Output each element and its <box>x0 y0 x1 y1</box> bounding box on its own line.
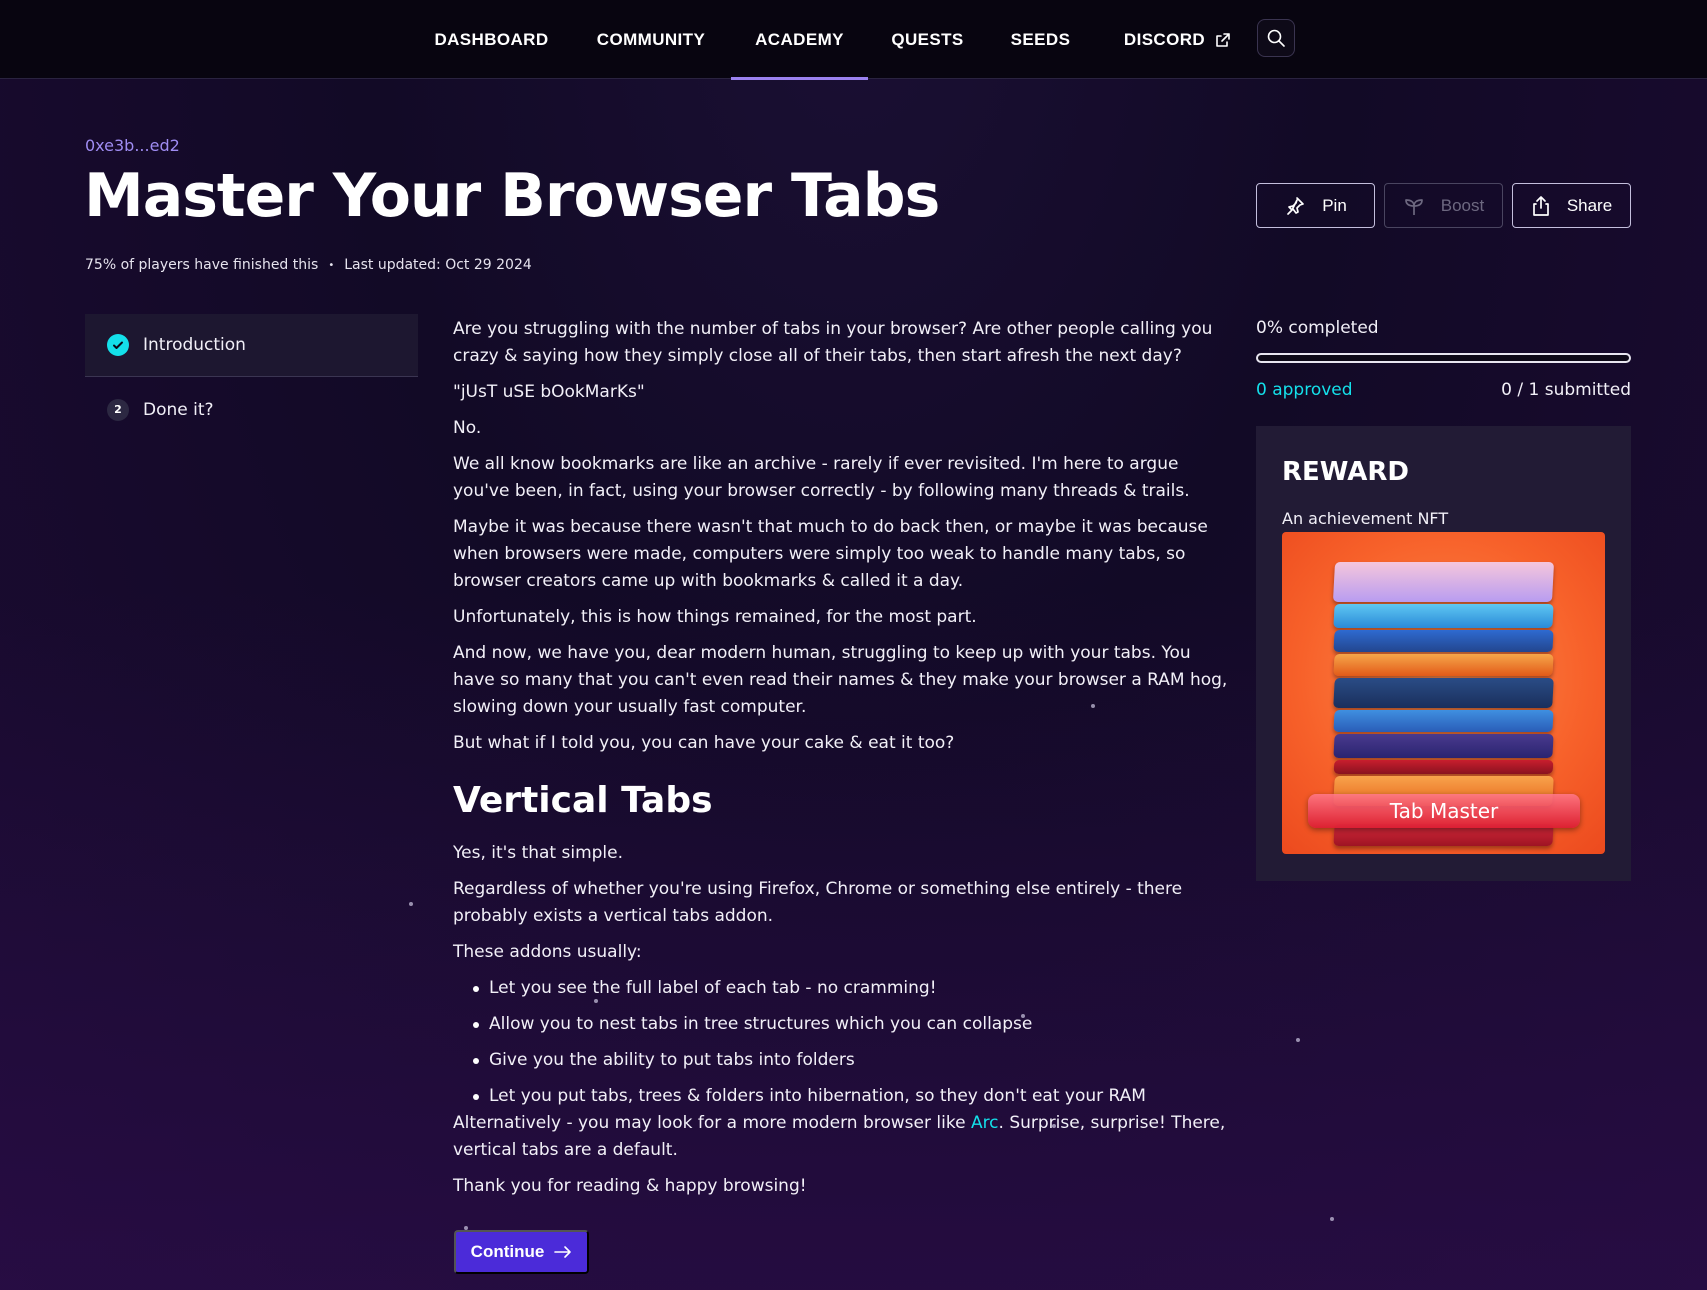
nav-dashboard[interactable]: DASHBOARD <box>430 0 553 79</box>
background-star <box>1296 1038 1300 1042</box>
step-introduction[interactable]: Introduction <box>85 314 418 377</box>
progress-bar <box>1256 353 1631 363</box>
nft-label: Tab Master <box>1308 794 1580 828</box>
article-paragraph: Thank you for reading & happy browsing! <box>453 1176 807 1197</box>
arc-link[interactable]: Arc <box>971 1113 999 1133</box>
boost-label: Boost <box>1440 195 1485 215</box>
share-icon <box>1532 195 1549 216</box>
step-label: Introduction <box>143 335 246 355</box>
article-body: Are you struggling with the number of ta… <box>453 316 1228 1209</box>
external-link-icon <box>1216 32 1230 47</box>
completion-stat: 75% of players have finished this <box>85 257 319 273</box>
section-heading: Vertical Tabs <box>453 780 713 821</box>
step-number: 2 <box>107 398 129 421</box>
nft-layer <box>1333 734 1554 758</box>
article-paragraph: We all know bookmarks are like an archiv… <box>453 454 1190 501</box>
article-paragraph: These addons usually: <box>453 942 642 963</box>
share-label: Share <box>1566 195 1613 215</box>
reward-title: REWARD <box>1282 457 1410 487</box>
approved-count[interactable]: 0 approved <box>1256 380 1353 400</box>
step-done-it[interactable]: 2 Done it? <box>85 378 418 441</box>
article-paragraph: Alternatively - you may look for a more … <box>453 1110 1228 1164</box>
article-paragraph: "jUsT uSE bOokMarKs" <box>453 382 645 402</box>
share-button[interactable]: Share <box>1512 183 1631 228</box>
article-paragraph: And now, we have you, dear modern human,… <box>453 643 1228 717</box>
reward-subtitle: An achievement NFT <box>1282 509 1449 528</box>
nft-layer <box>1333 604 1554 628</box>
pin-button[interactable]: Pin <box>1256 183 1375 228</box>
article-paragraph: Are you struggling with the number of ta… <box>453 319 1213 366</box>
top-navigation: DASHBOARD COMMUNITY ACADEMY QUESTS SEEDS… <box>0 0 1707 80</box>
continue-button[interactable]: Continue <box>454 1230 589 1274</box>
search-button[interactable] <box>1257 19 1295 57</box>
meta-line: 75% of players have finished this • Last… <box>85 257 532 273</box>
boost-button[interactable]: Boost <box>1384 183 1503 228</box>
page-title: Master Your Browser Tabs <box>84 161 940 231</box>
arrow-right-icon <box>554 1246 572 1258</box>
meta-separator: • <box>328 259 335 271</box>
step-label: Done it? <box>143 399 214 420</box>
nft-layer <box>1333 710 1554 732</box>
pin-label: Pin <box>1322 195 1347 215</box>
pin-icon <box>1287 196 1305 215</box>
addon-feature-list: Let you see the full label of each tab -… <box>473 975 1228 1110</box>
list-item: Let you see the full label of each tab -… <box>473 975 1228 1002</box>
nft-layer <box>1333 630 1554 652</box>
article-paragraph: Regardless of whether you're using Firef… <box>453 879 1183 927</box>
background-star <box>1330 1217 1334 1221</box>
nav-discord-label: DISCORD <box>1123 29 1206 49</box>
background-star <box>409 902 413 906</box>
search-icon <box>1267 29 1285 47</box>
article-paragraph: Yes, it's that simple. <box>453 843 624 864</box>
check-icon <box>107 334 129 356</box>
nft-layer <box>1332 562 1555 602</box>
nft-layer <box>1333 654 1554 676</box>
article-paragraph: Unfortunately, this is how things remain… <box>453 607 977 627</box>
article-paragraph: But what if I told you, you can have you… <box>453 733 955 753</box>
nft-layer <box>1333 760 1554 774</box>
nft-image: Tab Master <box>1282 532 1605 854</box>
nav-quests[interactable]: QUESTS <box>880 0 975 79</box>
submitted-count: 0 / 1 submitted <box>1501 380 1631 400</box>
reward-card: REWARD An achievement NFT Tab Master <box>1256 426 1631 881</box>
seedling-icon <box>1404 198 1423 215</box>
author-link[interactable]: 0xe3b...ed2 <box>85 136 180 155</box>
article-paragraph: No. <box>453 418 482 438</box>
continue-label: Continue <box>470 1242 545 1261</box>
nft-layer <box>1333 678 1554 708</box>
article-paragraph: Maybe it was because there wasn't that m… <box>453 517 1208 591</box>
nav-community[interactable]: COMMUNITY <box>584 0 718 79</box>
nav-discord[interactable]: DISCORD <box>1110 0 1245 79</box>
list-item: Give you the ability to put tabs into fo… <box>473 1047 1228 1074</box>
nav-academy[interactable]: ACADEMY <box>731 0 868 80</box>
list-item: Let you put tabs, trees & folders into h… <box>473 1083 1228 1110</box>
progress-label: 0% completed <box>1256 318 1379 338</box>
last-updated: Last updated: Oct 29 2024 <box>344 257 532 273</box>
list-item: Allow you to nest tabs in tree structure… <box>473 1011 1228 1038</box>
text-span: Alternatively - you may look for a more … <box>453 1113 971 1134</box>
nav-seeds[interactable]: SEEDS <box>1004 0 1077 79</box>
